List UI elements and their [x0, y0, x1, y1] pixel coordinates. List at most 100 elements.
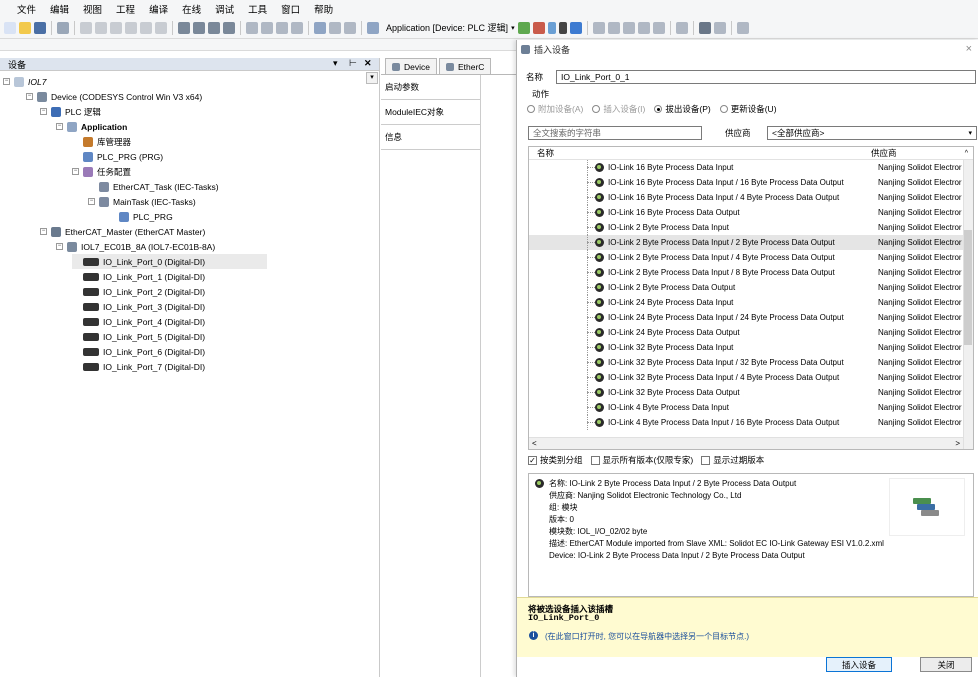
collapse-toggle-icon[interactable]: − — [40, 108, 47, 115]
device-list-row[interactable]: IO-Link 2 Byte Process Data Output Nanjin… — [529, 280, 973, 295]
menu-item[interactable]: 工程 — [116, 2, 135, 16]
menu-item[interactable]: 视图 — [83, 2, 102, 16]
print-icon[interactable] — [57, 21, 69, 34]
menu-item[interactable]: 窗口 — [281, 2, 300, 16]
vendor-select[interactable]: <全部供应商> ▾ — [767, 126, 977, 140]
step-into-icon[interactable] — [622, 21, 635, 34]
window-icon[interactable] — [314, 21, 326, 34]
tree-node[interactable]: − IOL7 — [3, 74, 46, 89]
tree-node[interactable]: IO_Link_Port_6 (Digital-DI) — [72, 344, 205, 359]
dialog-close-icon[interactable]: × — [966, 43, 972, 55]
collapse-toggle-icon[interactable]: − — [56, 243, 63, 250]
find-icon[interactable] — [178, 21, 190, 34]
radio-button-icon[interactable] — [592, 105, 601, 113]
dropdown-icon[interactable]: ▾ — [366, 72, 378, 84]
collapse-toggle-icon[interactable]: − — [26, 93, 33, 100]
device-list-row[interactable]: IO-Link 16 Byte Process Data Input Nanjin… — [529, 160, 973, 175]
bookmark-toggle-icon[interactable] — [246, 21, 258, 34]
option-checkbox[interactable]: ✓ 按类别分组 — [528, 454, 583, 466]
collapse-toggle-icon[interactable]: − — [40, 228, 47, 235]
tree-node[interactable]: − MainTask (IEC-Tasks) — [88, 194, 196, 209]
search-input[interactable]: 全文搜索的字符串 — [528, 126, 702, 140]
force-values-icon[interactable] — [698, 21, 711, 34]
tree-node[interactable]: − Device (CODESYS Control Win V3 x64) — [26, 89, 202, 104]
collapse-toggle-icon[interactable]: − — [56, 123, 63, 130]
tree-node[interactable]: IO_Link_Port_0 (Digital-DI) — [72, 254, 267, 269]
tree-node[interactable]: PLC_PRG — [108, 209, 173, 224]
tree-node[interactable]: IO_Link_Port_5 (Digital-DI) — [72, 329, 205, 344]
radio-button-icon[interactable] — [654, 105, 663, 113]
device-list-row[interactable]: IO-Link 16 Byte Process Data Input / 16 … — [529, 175, 973, 190]
side-item-module-iec-objects[interactable]: ModuleIEC对象 — [381, 100, 480, 125]
tree-node[interactable]: EtherCAT_Task (IEC-Tasks) — [88, 179, 219, 194]
tree-node[interactable]: IO_Link_Port_4 (Digital-DI) — [72, 314, 205, 329]
device-list-vertical-scrollbar[interactable] — [963, 160, 973, 449]
device-list-row[interactable]: IO-Link 2 Byte Process Data Input / 4 By… — [529, 250, 973, 265]
column-header-vendor[interactable]: 供应商 — [871, 147, 897, 159]
side-item-information[interactable]: 信息 — [381, 125, 480, 150]
device-list-row[interactable]: IO-Link 24 Byte Process Data Input / 24 … — [529, 310, 973, 325]
bookmark-prev-icon[interactable] — [276, 21, 288, 34]
device-list-row[interactable]: IO-Link 2 Byte Process Data Input / 2 By… — [529, 235, 973, 250]
collapse-toggle-icon[interactable]: − — [3, 78, 10, 85]
option-checkbox[interactable]: 显示所有版本(仅限专家) — [590, 454, 693, 466]
tree-node[interactable]: IO_Link_Port_7 (Digital-DI) — [72, 359, 205, 374]
logout-icon[interactable] — [532, 21, 545, 34]
panel-menu-icon[interactable]: ▾ — [333, 58, 338, 69]
menu-item[interactable]: 调试 — [215, 2, 234, 16]
tree-node[interactable]: − 任务配置 — [72, 164, 131, 179]
menu-item[interactable]: 帮助 — [314, 2, 333, 16]
new-file-icon[interactable] — [4, 21, 16, 34]
application-icon[interactable] — [367, 21, 379, 34]
find-in-project-icon[interactable] — [208, 21, 220, 34]
close-button[interactable]: 关闭 — [920, 657, 972, 672]
device-list-row[interactable]: IO-Link 2 Byte Process Data Input Nanjing… — [529, 220, 973, 235]
device-list-row[interactable]: IO-Link 4 Byte Process Data Input / 16 B… — [529, 415, 973, 430]
tree-node[interactable]: IO_Link_Port_3 (Digital-DI) — [72, 299, 205, 314]
pin-icon[interactable]: ⊢ — [349, 58, 357, 69]
device-list-row[interactable]: IO-Link 4 Byte Process Data Input Nanjing… — [529, 400, 973, 415]
flow-control-icon[interactable] — [736, 21, 749, 34]
radio-button-icon[interactable] — [719, 105, 728, 113]
tree-node[interactable]: PLC_PRG (PRG) — [72, 149, 163, 164]
undo-icon[interactable] — [80, 21, 92, 34]
step-over-icon[interactable] — [607, 21, 620, 34]
device-list-row[interactable]: IO-Link 24 Byte Process Data Input Nanjin… — [529, 295, 973, 310]
stop-icon[interactable] — [558, 21, 567, 34]
tree-node[interactable]: − IOL7_EC01B_8A (IOL7-EC01B-8A) — [56, 239, 215, 254]
bookmark-icon[interactable] — [223, 21, 235, 34]
active-application-label[interactable]: Application [Device: PLC 逻辑] — [386, 21, 508, 34]
checkbox-icon[interactable] — [590, 455, 600, 465]
bookmark-next-icon[interactable] — [261, 21, 273, 34]
checkbox-icon[interactable]: ✓ — [528, 455, 537, 465]
cut-icon[interactable] — [110, 21, 122, 34]
write-values-icon[interactable] — [675, 21, 688, 34]
copy-icon[interactable] — [125, 21, 137, 34]
checkbox-icon[interactable] — [701, 455, 711, 465]
chevron-down-icon[interactable]: ▾ — [511, 24, 515, 32]
login-icon[interactable] — [517, 21, 530, 34]
device-list-row[interactable]: IO-Link 32 Byte Process Data Input / 32 … — [529, 355, 973, 370]
tree-node[interactable]: − Application — [56, 119, 127, 134]
tab-ethercat[interactable]: EtherC — [438, 58, 492, 74]
menu-item[interactable]: 在线 — [182, 2, 201, 16]
tree-node[interactable]: − EtherCAT_Master (EtherCAT Master) — [40, 224, 205, 239]
paste-icon[interactable] — [140, 21, 152, 34]
action-radio[interactable]: 附加设备(A) — [527, 103, 583, 115]
action-radio[interactable]: 插入设备(I) — [592, 103, 645, 115]
delete-icon[interactable] — [155, 21, 167, 34]
device-list-row[interactable]: IO-Link 32 Byte Process Data Output Nanji… — [529, 385, 973, 400]
tree-node[interactable]: − PLC 逻辑 — [40, 104, 101, 119]
collapse-toggle-icon[interactable]: − — [88, 198, 95, 205]
add-object-icon[interactable] — [344, 21, 356, 34]
reset-icon[interactable] — [569, 21, 582, 34]
device-list-row[interactable]: IO-Link 2 Byte Process Data Input / 8 By… — [529, 265, 973, 280]
action-radio[interactable]: 拔出设备(P) — [654, 103, 711, 115]
tree-node[interactable]: 库管理器 — [72, 134, 131, 149]
save-icon[interactable] — [34, 21, 46, 34]
scroll-right-icon[interactable]: > — [955, 439, 960, 448]
tab-device[interactable]: Device — [385, 58, 437, 74]
menu-item[interactable]: 编译 — [149, 2, 168, 16]
redo-icon[interactable] — [95, 21, 107, 34]
scroll-left-icon[interactable]: < — [532, 439, 537, 448]
